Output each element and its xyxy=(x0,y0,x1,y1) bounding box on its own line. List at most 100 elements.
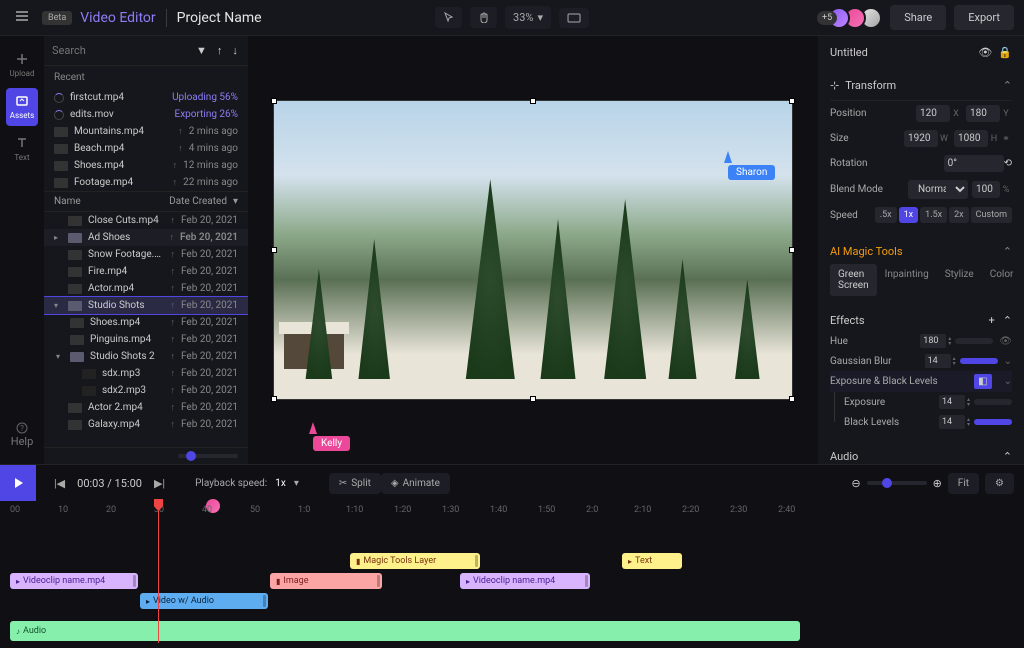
project-name[interactable]: Project Name xyxy=(177,10,262,26)
clip-video-audio[interactable]: ▸Video w/ Audio xyxy=(140,593,268,609)
effects-collapse[interactable]: ⌃ xyxy=(1003,314,1012,327)
blend-mode-select[interactable]: Normal xyxy=(908,180,968,199)
zoom-in-icon[interactable]: ⊕ xyxy=(933,477,942,490)
ai-magic-section[interactable]: AI Magic Tools⌃ xyxy=(830,239,1012,264)
file-row[interactable]: Shoes.mp4↑Feb 20, 2021 xyxy=(44,314,248,331)
sort-down-icon[interactable]: ↓ xyxy=(228,42,242,59)
fit-button[interactable]: Fit xyxy=(948,473,979,494)
split-button[interactable]: ✂ Split xyxy=(329,473,381,494)
file-row[interactable]: Close Cuts.mp4↑Feb 20, 2021 xyxy=(44,212,248,229)
file-row[interactable]: sdx.mp3↑Feb 20, 2021 xyxy=(44,365,248,382)
position-x[interactable] xyxy=(916,105,950,122)
zoom-dropdown[interactable]: 33% ▾ xyxy=(505,6,551,29)
clip-magic-tools[interactable]: ▮Magic Tools Layer xyxy=(350,553,480,569)
nav-help[interactable]: ? Help xyxy=(6,415,38,454)
prev-frame-button[interactable]: |◀ xyxy=(54,477,65,490)
rotation-input[interactable] xyxy=(944,155,1004,172)
resize-handle[interactable] xyxy=(789,396,795,402)
settings-button[interactable]: ⚙ xyxy=(985,473,1014,494)
resize-handle[interactable] xyxy=(271,396,277,402)
zoom-out-icon[interactable]: ⊖ xyxy=(851,477,860,490)
expand-icon[interactable]: ⌄ xyxy=(1004,376,1012,387)
expand-icon[interactable]: ⌄ xyxy=(1004,356,1012,367)
file-row[interactable]: Actor 2.mp4↑Feb 20, 2021 xyxy=(44,399,248,416)
clip-video[interactable]: ▸Videoclip name.mp4 xyxy=(10,573,138,589)
file-row[interactable]: Pinguins.mp4↑Feb 20, 2021 xyxy=(44,331,248,348)
resize-handle[interactable] xyxy=(271,247,277,253)
file-row[interactable]: edits.movExporting 26% xyxy=(44,106,248,123)
hue-slider[interactable] xyxy=(955,338,993,344)
speed-option[interactable]: 2x xyxy=(949,207,969,223)
size-h[interactable] xyxy=(954,130,988,147)
blacklevels-slider[interactable] xyxy=(974,419,1012,425)
filter-icon[interactable]: ▼ xyxy=(192,42,211,59)
thumbnail-size-slider[interactable] xyxy=(178,454,238,458)
canvas-area[interactable]: Sharon Kelly xyxy=(248,36,818,464)
file-row[interactable]: Beach.mp4↑4 mins ago xyxy=(44,140,248,157)
resize-handle[interactable] xyxy=(271,98,277,104)
audio-header[interactable]: Audio⌃ xyxy=(830,446,1012,464)
speed-option[interactable]: Custom xyxy=(971,207,1012,223)
clip-video[interactable]: ▸Videoclip name.mp4 xyxy=(460,573,590,589)
cursor-tool[interactable] xyxy=(435,7,462,28)
export-button[interactable]: Export xyxy=(954,5,1014,30)
blend-opacity[interactable] xyxy=(972,181,1000,198)
transform-section[interactable]: ⊹Transform⌃ xyxy=(830,71,1012,101)
lock-aspect-icon[interactable]: ⚭ xyxy=(1000,134,1012,144)
resize-handle[interactable] xyxy=(789,98,795,104)
file-row[interactable]: ▸Ad Shoes↑Feb 20, 2021 xyxy=(44,229,248,246)
search-input[interactable] xyxy=(52,44,192,57)
file-row[interactable]: Footage.mp4↑22 mins ago xyxy=(44,174,248,191)
flip-icon[interactable]: ⟲ xyxy=(1004,158,1012,169)
file-row[interactable]: sdx2.mp3↑Feb 20, 2021 xyxy=(44,382,248,399)
nav-upload[interactable]: Upload xyxy=(6,46,38,84)
playback-speed[interactable]: Playback speed: 1x ▾ xyxy=(195,478,299,489)
file-row[interactable]: Fire.mp4↑Feb 20, 2021 xyxy=(44,263,248,280)
nav-assets[interactable]: Assets xyxy=(6,88,38,126)
file-row[interactable]: ▾Studio Shots↑Feb 20, 2021 xyxy=(44,297,248,314)
resize-handle[interactable] xyxy=(530,98,536,104)
share-button[interactable]: Share xyxy=(890,5,946,30)
clip-audio[interactable]: ♪Audio xyxy=(10,621,800,641)
hand-tool[interactable] xyxy=(470,7,497,28)
file-row[interactable]: Mountains.mp4↑2 mins ago xyxy=(44,123,248,140)
clip-text[interactable]: ▸Text xyxy=(622,553,682,569)
column-header[interactable]: Name Date Created ▾ xyxy=(44,191,248,212)
visibility-icon[interactable]: 👁 xyxy=(978,46,992,59)
speed-option[interactable]: 1.5x xyxy=(920,207,947,223)
file-row[interactable]: Shoes.mp4↑12 mins ago xyxy=(44,157,248,174)
clip-image[interactable]: ▮Image xyxy=(270,573,382,589)
resize-handle[interactable] xyxy=(789,247,795,253)
file-row[interactable]: Actor.mp4↑Feb 20, 2021 xyxy=(44,280,248,297)
effect-toggle-icon[interactable]: ◧ xyxy=(974,374,991,389)
speed-option[interactable]: .5x xyxy=(875,207,897,223)
timeline-zoom-slider[interactable] xyxy=(867,481,927,485)
layer-title[interactable]: Untitled xyxy=(830,46,978,59)
size-w[interactable] xyxy=(904,130,938,147)
timeline-tracks[interactable]: ▮Magic Tools Layer ▸Text ▸Videoclip name… xyxy=(0,523,1024,641)
video-frame[interactable]: Sharon Kelly xyxy=(273,100,793,400)
collaborator-avatars[interactable]: +5 xyxy=(817,7,882,29)
resize-handle[interactable] xyxy=(530,396,536,402)
position-y[interactable] xyxy=(966,105,1000,122)
blur-slider[interactable] xyxy=(960,358,998,364)
ai-tab[interactable]: Stylize xyxy=(937,264,982,296)
ai-tab[interactable]: Green Screen xyxy=(830,264,877,296)
display-mode[interactable] xyxy=(559,8,589,28)
animate-button[interactable]: ◈ Animate xyxy=(381,473,450,494)
nav-text[interactable]: Text xyxy=(6,130,38,168)
visibility-icon[interactable]: 👁 xyxy=(999,336,1012,347)
playhead[interactable] xyxy=(158,501,159,643)
file-row[interactable]: Galaxy.mp4↑Feb 20, 2021 xyxy=(44,416,248,433)
file-row[interactable]: firstcut.mp4Uploading 56% xyxy=(44,89,248,106)
add-effect-button[interactable]: + xyxy=(989,314,995,327)
speed-option[interactable]: 1x xyxy=(899,207,919,223)
file-row[interactable]: ▾Studio Shots 2↑Feb 20, 2021 xyxy=(44,348,248,365)
ai-tab[interactable]: Color xyxy=(982,264,1022,296)
sort-up-icon[interactable]: ↑ xyxy=(213,42,227,59)
exposure-slider[interactable] xyxy=(974,399,1012,405)
next-frame-button[interactable]: ▶| xyxy=(154,477,165,490)
lock-icon[interactable]: 🔒 xyxy=(998,46,1012,59)
file-row[interactable]: Snow Footage.mp4↑Feb 20, 2021 xyxy=(44,246,248,263)
timeline-ruler[interactable]: 0010203040501:01:101:201:301:401:502:02:… xyxy=(10,501,1014,523)
